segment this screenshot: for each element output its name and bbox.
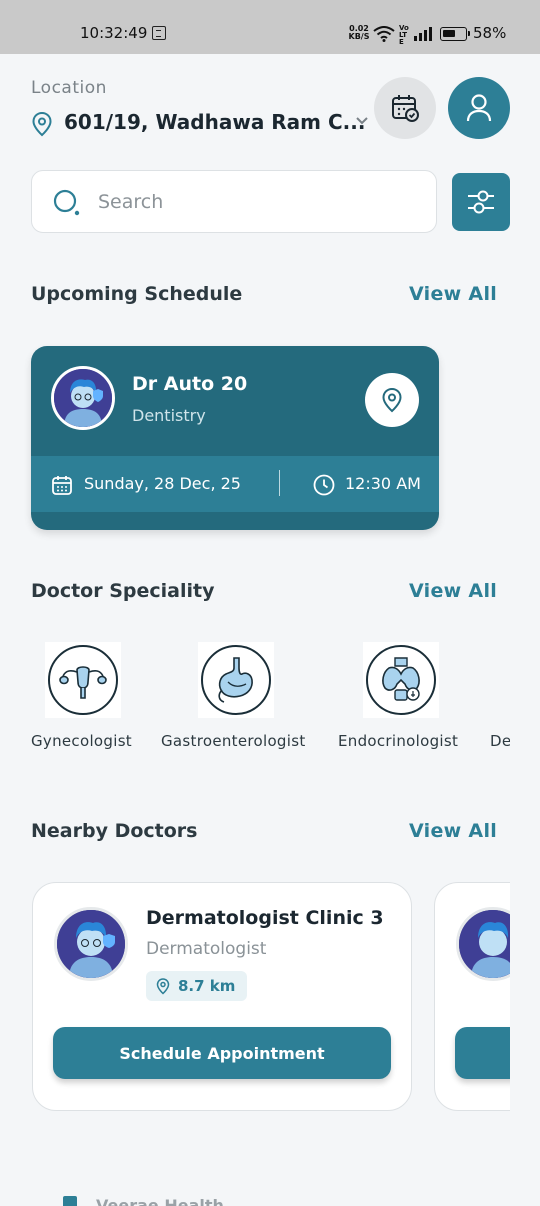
- battery-percent: 58%: [473, 24, 507, 42]
- speciality-label: De: [490, 732, 510, 750]
- upcoming-doctor-name: Dr Auto 20: [132, 373, 248, 395]
- doctor-speciality-title: Doctor Speciality: [31, 580, 215, 602]
- speciality-icon-box: [45, 642, 121, 718]
- calendar-button[interactable]: [374, 77, 436, 139]
- speciality-icon-box: [198, 642, 274, 718]
- speciality-label: Endocrinologist: [338, 732, 459, 750]
- nearby-doctor-name: Dermatologist Clinic 3: [146, 907, 384, 929]
- location-pin-icon: [156, 978, 170, 995]
- nearby-doctor-speciality: Dermatologist: [146, 939, 267, 959]
- appointment-time: 12:30 AM: [345, 474, 421, 493]
- doctor-avatar: [456, 907, 510, 981]
- appointment-datetime-strip: Sunday, 28 Dec, 25 12:30 AM: [31, 456, 439, 512]
- upcoming-schedule-title: Upcoming Schedule: [31, 283, 243, 305]
- doctor-avatar: [54, 907, 128, 981]
- user-icon: [466, 94, 492, 122]
- search-icon: [53, 189, 80, 216]
- calendar-icon: [52, 476, 72, 495]
- footer-logo-icon: [63, 1196, 77, 1206]
- schedule-appointment-button[interactable]: [455, 1027, 510, 1079]
- divider: [279, 470, 280, 496]
- nearby-doctor-card[interactable]: Dermatologist Clinic 3 Dermatologist 8.7…: [32, 882, 412, 1111]
- doctor-avatar: [51, 366, 115, 430]
- thyroid-icon: [382, 657, 420, 701]
- nearby-doctors-title: Nearby Doctors: [31, 820, 198, 842]
- location-pin-icon: [32, 111, 52, 137]
- doctor-avatar-image: [54, 369, 112, 427]
- calendar-check-icon: [392, 95, 419, 122]
- upcoming-doctor-speciality: Dentistry: [132, 406, 206, 425]
- speciality-label: Gynecologist: [31, 732, 132, 750]
- search-bar[interactable]: [31, 170, 437, 233]
- location-label: Location: [31, 78, 107, 98]
- doctor-avatar-image: [57, 910, 125, 978]
- battery-icon: [440, 27, 470, 41]
- network-speed: 0.02 KB/S: [348, 25, 370, 41]
- chevron-down-icon[interactable]: [355, 116, 369, 126]
- wifi-icon: [373, 26, 395, 42]
- sliders-icon: [468, 190, 494, 214]
- speciality-label: Gastroenterologist: [161, 732, 306, 750]
- nearby-doctors-list: Dermatologist Clinic 3 Dermatologist 8.7…: [0, 882, 510, 1114]
- location-pin-icon: [382, 387, 402, 413]
- signal-icon: [414, 27, 432, 41]
- directions-button[interactable]: [365, 373, 419, 427]
- uterus-icon: [59, 666, 107, 699]
- speciality-list: Gynecologist Gastroenterologist Endocrin…: [0, 642, 510, 762]
- footer-brand-text: Veerae Health: [96, 1196, 224, 1206]
- speciality-view-all-link[interactable]: View All: [409, 580, 497, 602]
- status-bar: 10:32:49 0.02 KB/S Vo LTE 58%: [0, 0, 540, 54]
- sim-icon: [152, 26, 166, 40]
- distance-badge: 8.7 km: [146, 971, 248, 1001]
- volte-badge: Vo LTE: [399, 24, 409, 46]
- appointment-date: Sunday, 28 Dec, 25: [84, 474, 241, 493]
- upcoming-appointment-card[interactable]: Dr Auto 20 Dentistry Sunday, 28 Dec, 25 …: [31, 346, 439, 530]
- search-input[interactable]: [98, 189, 418, 215]
- profile-button[interactable]: [448, 77, 510, 139]
- clock-icon: [313, 474, 335, 496]
- schedule-appointment-button[interactable]: Schedule Appointment: [53, 1027, 391, 1079]
- location-value[interactable]: 601/19, Wadhawa Ram C...: [64, 110, 365, 134]
- network-speed-unit: KB/S: [348, 32, 370, 41]
- distance-value: 8.7 km: [178, 977, 236, 995]
- nearby-view-all-link[interactable]: View All: [409, 820, 497, 842]
- doctor-avatar-image: [459, 910, 510, 978]
- nearby-doctor-card[interactable]: [434, 882, 510, 1111]
- speciality-icon-box: [363, 642, 439, 718]
- status-time: 10:32:49: [80, 24, 148, 42]
- filter-button[interactable]: [452, 173, 510, 231]
- upcoming-view-all-link[interactable]: View All: [409, 283, 497, 305]
- stomach-icon: [218, 657, 253, 703]
